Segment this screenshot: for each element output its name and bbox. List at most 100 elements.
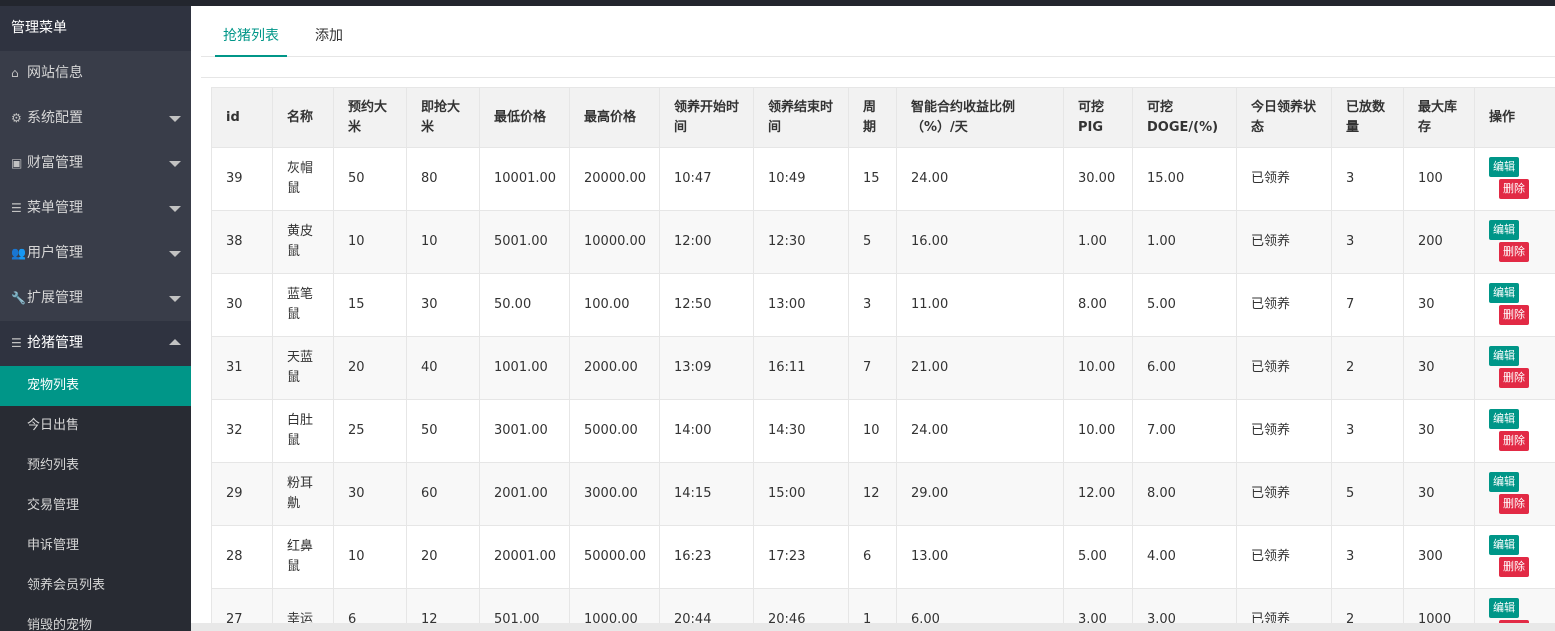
sidebar: 管理菜单 ⌂ 网站信息 ⚙ 系统配置 ▣ 财富管理 ☰ 菜单管理 👥用户管理 🔧扩展管理 ☰ 抢猪管理… [0, 6, 191, 631]
edit-button[interactable]: 编辑 [1489, 157, 1519, 177]
submenu-item-2[interactable]: 预约列表 [0, 446, 191, 486]
edit-button[interactable]: 编辑 [1489, 598, 1519, 618]
edit-button[interactable]: 编辑 [1489, 535, 1519, 555]
submenu-item-4[interactable]: 申诉管理 [0, 526, 191, 566]
sidebar-item-label: 扩展管理 [27, 290, 83, 306]
sidebar-item-6[interactable]: ☰ 抢猪管理 [0, 321, 191, 366]
delete-button[interactable]: 删除 [1499, 305, 1529, 325]
table-cell: 8.00 [1063, 273, 1133, 337]
actions-cell: 编辑删除 [1474, 462, 1555, 526]
table-cell: 白肚鼠 [272, 399, 334, 463]
table-cell: 天蓝鼠 [272, 336, 334, 400]
table-cell: 30 [1403, 273, 1475, 337]
table-cell: 14:00 [659, 399, 754, 463]
table-cell: 11.00 [896, 273, 1064, 337]
table-cell: 200 [1403, 210, 1475, 274]
delete-button[interactable]: 删除 [1499, 557, 1529, 577]
table-row: 39 灰帽鼠 50 80 10001.00 20000.00 10:47 10:49 15 24.… [211, 147, 1555, 211]
table-cell: 7 [1331, 273, 1404, 337]
table-cell: 60 [406, 462, 480, 526]
submenu-item-6[interactable]: 销毁的宠物 [0, 606, 191, 631]
table-cell: 14:15 [659, 462, 754, 526]
table-cell: 10001.00 [479, 147, 570, 211]
horizontal-scrollbar[interactable] [191, 623, 1555, 631]
table-cell: 28 [211, 525, 273, 589]
submenu: 宠物列表 今日出售 预约列表 交易管理 申诉管理 领养会员列表 销毁的宠物 [0, 366, 191, 631]
table-cell: 21.00 [896, 336, 1064, 400]
sidebar-item-3[interactable]: ☰ 菜单管理 [0, 186, 191, 231]
edit-button[interactable]: 编辑 [1489, 346, 1519, 366]
sidebar-item-0[interactable]: ⌂ 网站信息 [0, 51, 191, 96]
table-row: 38 黄皮鼠 10 10 5001.00 10000.00 12:00 12:30 5 16.00… [211, 210, 1555, 274]
table-cell: 3 [1331, 147, 1404, 211]
column-header: 今日领养状态 [1236, 87, 1332, 148]
tab-add[interactable]: 添加 [315, 6, 355, 57]
table-cell: 30 [211, 273, 273, 337]
delete-button[interactable]: 删除 [1499, 242, 1529, 262]
column-header: 最高价格 [569, 87, 660, 148]
tab-pig-list[interactable]: 抢猪列表 [215, 6, 287, 57]
table-cell: 1.00 [1063, 210, 1133, 274]
table-cell: 4.00 [1132, 525, 1237, 589]
delete-button[interactable]: 删除 [1499, 494, 1529, 514]
edit-button[interactable]: 编辑 [1489, 220, 1519, 240]
table-cell: 3 [1331, 210, 1404, 274]
table-cell: 3 [1331, 525, 1404, 589]
sidebar-item-2[interactable]: ▣ 财富管理 [0, 141, 191, 186]
column-header: id [211, 87, 273, 148]
sidebar-title: 管理菜单 [0, 6, 191, 51]
submenu-item-3[interactable]: 交易管理 [0, 486, 191, 526]
delete-button[interactable]: 删除 [1499, 431, 1529, 451]
table-cell: 已领养 [1236, 336, 1332, 400]
table-cell: 30 [333, 462, 407, 526]
table-cell: 80 [406, 147, 480, 211]
table-cell: 100 [1403, 147, 1475, 211]
table-cell: 20 [333, 336, 407, 400]
submenu-item-5[interactable]: 领养会员列表 [0, 566, 191, 606]
table-cell: 3 [848, 273, 897, 337]
table-cell: 黄皮鼠 [272, 210, 334, 274]
actions-cell: 编辑删除 [1474, 399, 1555, 463]
table-cell: 5000.00 [569, 399, 660, 463]
submenu-item-1[interactable]: 今日出售 [0, 406, 191, 446]
wrench-icon: 🔧 [11, 291, 26, 305]
table-cell: 1001.00 [479, 336, 570, 400]
column-header: 预约大米 [333, 87, 407, 148]
actions-cell: 编辑删除 [1474, 147, 1555, 211]
table-cell: 10 [406, 210, 480, 274]
sidebar-item-label: 系统配置 [27, 110, 83, 126]
delete-button[interactable]: 删除 [1499, 179, 1529, 199]
edit-button[interactable]: 编辑 [1489, 283, 1519, 303]
table-cell: 40 [406, 336, 480, 400]
column-header: 周期 [848, 87, 897, 148]
table-cell: 50 [406, 399, 480, 463]
table-cell: 16.00 [896, 210, 1064, 274]
edit-button[interactable]: 编辑 [1489, 409, 1519, 429]
table-row: 28 红鼻鼠 10 20 20001.00 50000.00 16:23 17:23 6 13.0… [211, 525, 1555, 589]
submenu-item-0[interactable]: 宠物列表 [0, 366, 191, 406]
sidebar-item-4[interactable]: 👥用户管理 [0, 231, 191, 276]
column-header: 领养开始时间 [659, 87, 754, 148]
table-cell: 灰帽鼠 [272, 147, 334, 211]
column-header: 领养结束时间 [753, 87, 849, 148]
table-cell: 16:11 [753, 336, 849, 400]
edit-button[interactable]: 编辑 [1489, 472, 1519, 492]
chevron-up-icon [169, 339, 181, 345]
table-cell: 24.00 [896, 399, 1064, 463]
table-cell: 1.00 [1132, 210, 1237, 274]
table-row: 31 天蓝鼠 20 40 1001.00 2000.00 13:09 16:11 7 21.00 1… [211, 336, 1555, 400]
table-cell: 3001.00 [479, 399, 570, 463]
table-cell: 50000.00 [569, 525, 660, 589]
actions-cell: 编辑删除 [1474, 525, 1555, 589]
table-cell: 2 [1331, 336, 1404, 400]
table-cell: 15 [848, 147, 897, 211]
table-cell: 3000.00 [569, 462, 660, 526]
sidebar-item-5[interactable]: 🔧扩展管理 [0, 276, 191, 321]
divider [201, 77, 1555, 78]
sidebar-item-1[interactable]: ⚙ 系统配置 [0, 96, 191, 141]
delete-button[interactable]: 删除 [1499, 368, 1529, 388]
column-header: 操作 [1474, 87, 1555, 148]
users-icon: 👥 [11, 246, 26, 260]
sidebar-item-label: 菜单管理 [27, 200, 83, 216]
column-header: 即抢大米 [406, 87, 480, 148]
